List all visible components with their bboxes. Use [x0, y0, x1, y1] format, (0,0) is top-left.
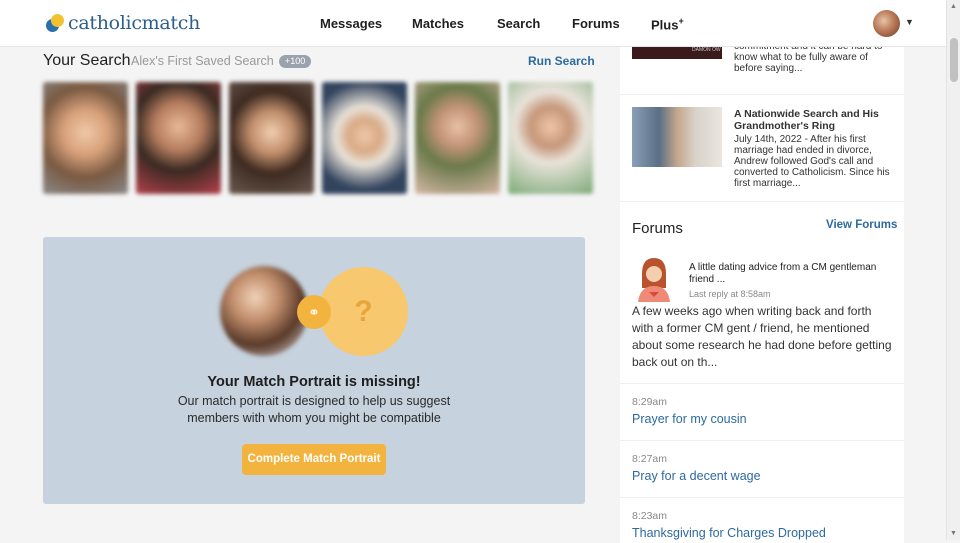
article-card[interactable]: DAMON OW commitment and it can be hard t… [620, 41, 904, 95]
forum-user-avatar-icon [638, 258, 670, 302]
complete-match-portrait-button[interactable]: Complete Match Portrait [242, 444, 386, 475]
logo-mark-icon [46, 13, 66, 33]
article-excerpt: July 14th, 2022 - After his first marria… [734, 134, 890, 189]
match-photo[interactable] [136, 82, 221, 194]
nav-plus[interactable]: Plus+ [651, 16, 684, 32]
catholicmatch-logo[interactable]: catholicmatch [46, 12, 200, 34]
page-scrollbar[interactable]: ▲ ▼ [946, 0, 960, 540]
chevron-down-icon[interactable]: ▼ [905, 17, 914, 27]
thread-time: 8:27am [632, 453, 668, 465]
thread-link[interactable]: Pray for a decent wage [632, 469, 761, 483]
match-photo[interactable] [43, 82, 128, 194]
article-title[interactable]: A Nationwide Search and His Grandmother'… [734, 108, 894, 132]
results-count-badge: +100 [279, 55, 312, 68]
match-photo[interactable] [229, 82, 314, 194]
scroll-thumb[interactable] [950, 38, 958, 82]
nav-plus-mark: + [678, 16, 684, 26]
match-photo[interactable] [415, 82, 500, 194]
top-header: catholicmatch Messages Matches Search Fo… [0, 0, 946, 47]
forum-thread-title[interactable]: A little dating advice from a CM gentlem… [689, 262, 895, 286]
forums-title: Forums [632, 220, 683, 237]
thread-link[interactable]: Thanksgiving for Charges Dropped [632, 526, 826, 540]
scroll-down-icon[interactable]: ▼ [950, 530, 957, 537]
thread-time: 8:29am [632, 396, 668, 408]
logo-text: catholicmatch [68, 12, 201, 34]
forum-last-reply: Last reply at 8:58am [689, 289, 771, 299]
view-forums-link[interactable]: View Forums [826, 219, 897, 231]
forum-thread-excerpt: A few weeks ago when writing back and fo… [632, 304, 892, 369]
match-photo[interactable] [322, 82, 407, 194]
article-thumbnail[interactable]: DAMON OW [632, 45, 722, 59]
nav-matches[interactable]: Matches [412, 16, 464, 31]
match-photo[interactable] [508, 82, 593, 194]
user-avatar[interactable] [873, 10, 900, 37]
article-card[interactable]: A Nationwide Search and His Grandmother'… [620, 95, 904, 202]
link-icon: ⚭ [297, 295, 331, 329]
saved-search-name: Alex's First Saved Search [131, 54, 274, 68]
thread-link[interactable]: Prayer for my cousin [632, 412, 747, 426]
nav-forums[interactable]: Forums [572, 16, 620, 31]
article-thumbnail[interactable] [632, 107, 722, 167]
your-search-title: Your Search [43, 52, 131, 69]
nav-plus-label: Plus [651, 17, 679, 33]
user-portrait-photo [220, 266, 308, 356]
right-sidebar: DAMON OW commitment and it can be hard t… [620, 41, 904, 543]
scroll-up-icon[interactable]: ▲ [950, 3, 957, 10]
match-portrait-card: ? ⚭ Your Match Portrait is missing! Our … [43, 237, 585, 504]
nav-search[interactable]: Search [497, 16, 540, 31]
article-text-block: A Nationwide Search and His Grandmother'… [734, 108, 894, 189]
thread-time: 8:23am [632, 510, 668, 522]
article-thumbnail-caption: DAMON OW [692, 47, 721, 53]
unknown-match-circle: ? [319, 267, 408, 356]
portrait-title: Your Match Portrait is missing! [207, 374, 421, 390]
nav-messages[interactable]: Messages [320, 16, 382, 31]
portrait-description: Our match portrait is designed to help u… [177, 394, 451, 425]
run-search-link[interactable]: Run Search [528, 54, 595, 68]
